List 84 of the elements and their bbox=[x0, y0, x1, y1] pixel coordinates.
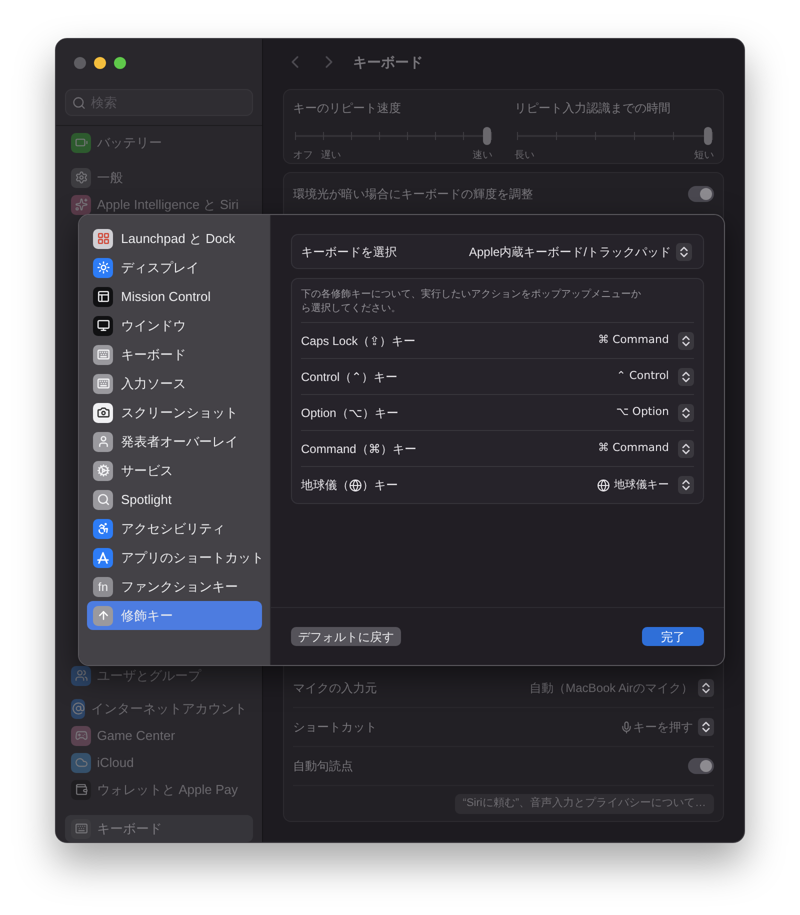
stepper-icon bbox=[676, 242, 692, 260]
slider-track[interactable] bbox=[295, 127, 490, 142]
slider-min-label: 遅い bbox=[321, 149, 341, 163]
search-icon bbox=[72, 96, 86, 110]
keyboard-icon bbox=[93, 374, 113, 394]
modifier-popup[interactable]: ⌘ Command bbox=[598, 332, 669, 349]
close-button[interactable] bbox=[74, 57, 86, 69]
modifier-popup[interactable]: ⌘ Command bbox=[598, 440, 669, 457]
at-sign-icon bbox=[71, 698, 85, 718]
modifier-label: Option（⌥）キー bbox=[301, 404, 398, 422]
keyboard-icon bbox=[93, 344, 113, 364]
slider-min-label: オフ bbox=[293, 149, 313, 163]
window-icon bbox=[93, 316, 113, 336]
stepper-icon bbox=[678, 404, 694, 422]
stepper-icon bbox=[698, 679, 714, 697]
reset-button[interactable]: デフォルトに戻す bbox=[291, 627, 401, 646]
sheet-nav-item[interactable]: サービス bbox=[87, 456, 262, 485]
slider-thumb[interactable] bbox=[704, 127, 712, 145]
stepper-icon bbox=[678, 476, 694, 494]
sun-icon bbox=[93, 258, 113, 278]
microphone-icon bbox=[620, 720, 633, 734]
keyboard-select-label: キーボードを選択 bbox=[301, 244, 397, 260]
sparkle-icon bbox=[71, 194, 91, 214]
setting-label: ショートカット bbox=[293, 719, 377, 736]
setting-label: 自動句読点 bbox=[293, 758, 353, 775]
stepper-icon bbox=[678, 440, 694, 458]
slider-label: リピート入力認識までの時間 bbox=[514, 100, 672, 117]
sheet-nav-item[interactable]: ディスプレイ bbox=[87, 253, 262, 282]
setting-label: 環境光が暗い場合にキーボードの輝度を調整 bbox=[293, 186, 533, 203]
stepper-icon bbox=[678, 368, 694, 386]
toggle-switch[interactable] bbox=[688, 186, 714, 202]
sheet-nav-item[interactable]: 発表者オーバーレイ bbox=[87, 427, 262, 456]
accessibility-icon bbox=[93, 518, 113, 538]
done-button[interactable]: 完了 bbox=[642, 627, 704, 646]
slider-max-label: 短い bbox=[694, 149, 714, 163]
sheet-nav-item[interactable]: アプリのショートカット bbox=[87, 543, 262, 572]
arrow-up-icon bbox=[93, 606, 113, 626]
sheet-nav-item[interactable]: アクセシビリティ bbox=[87, 514, 262, 543]
modifier-label-end: ）キー bbox=[362, 477, 398, 494]
sheet-nav-item[interactable]: ウインドウ bbox=[87, 311, 262, 340]
globe-icon bbox=[597, 478, 610, 492]
battery-icon bbox=[71, 132, 91, 152]
page-title: キーボード bbox=[353, 52, 423, 72]
gamepad-icon bbox=[71, 726, 91, 746]
sheet-nav-item[interactable]: スクリーンショット bbox=[87, 398, 262, 427]
sheet-nav-item[interactable]: キーボード bbox=[87, 340, 262, 369]
stepper-icon bbox=[678, 332, 694, 350]
stepper-icon bbox=[698, 718, 714, 736]
slider-thumb[interactable] bbox=[482, 127, 490, 145]
slider-label: キーのリピート速度 bbox=[293, 100, 402, 117]
setting-label: マイクの入力元 bbox=[293, 680, 377, 697]
people-icon bbox=[71, 666, 91, 686]
modifier-popup[interactable]: 地球儀キー bbox=[614, 476, 669, 494]
slider-track[interactable] bbox=[516, 127, 712, 142]
modifier-label: Caps Lock（⇪）キー bbox=[301, 332, 416, 350]
sheet-nav-item[interactable]: 入力ソース bbox=[87, 369, 262, 398]
person-icon bbox=[93, 432, 113, 452]
modifier-popup[interactable]: ⌥ Option bbox=[616, 404, 669, 421]
cloud-icon bbox=[71, 752, 91, 772]
slider-min-label: 長い bbox=[514, 149, 534, 163]
description-text: 下の各修飾キーについて、実行したいアクションをポップアップメニューから選択してください。 bbox=[301, 279, 694, 323]
fn-icon: fn bbox=[93, 576, 113, 596]
keyboard-icon bbox=[71, 818, 91, 838]
modifier-label: Command（⌘）キー bbox=[301, 440, 416, 458]
sheet-nav-item[interactable]: Spotlight bbox=[87, 485, 262, 514]
app-store-icon bbox=[93, 548, 113, 568]
zoom-button[interactable] bbox=[114, 57, 126, 69]
gear-icon bbox=[71, 168, 91, 188]
minimize-button[interactable] bbox=[94, 57, 106, 69]
sheet-nav-item[interactable]: Launchpad と Dock bbox=[87, 224, 262, 253]
sheet-nav-item[interactable]: fn ファンクションキー bbox=[87, 572, 262, 601]
search-icon bbox=[93, 490, 113, 510]
keyboard-select-value[interactable]: Apple内蔵キーボード/トラックパッド bbox=[468, 242, 671, 260]
camera-icon bbox=[93, 402, 113, 422]
modifier-label: Control（⌃）キー bbox=[301, 368, 398, 386]
wallet-icon bbox=[71, 780, 91, 800]
modifier-label-start: 地球儀（ bbox=[301, 477, 349, 494]
grid-icon bbox=[93, 228, 113, 248]
sheet-nav-item[interactable]: Mission Control bbox=[87, 282, 262, 311]
windows-icon bbox=[93, 286, 113, 306]
toggle-switch[interactable] bbox=[688, 758, 714, 774]
modifier-popup[interactable]: ⌃ Control bbox=[616, 368, 669, 385]
slider-max-label: 速い bbox=[472, 148, 492, 163]
globe-icon bbox=[349, 478, 362, 492]
